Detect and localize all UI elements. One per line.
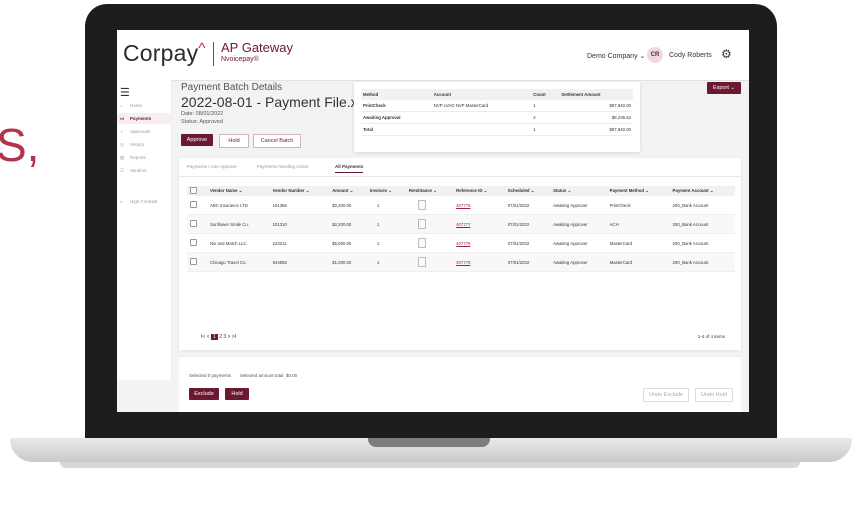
users-icon: ☷ <box>120 168 125 173</box>
summary-row: Total 1 $87,840.00 <box>361 123 633 136</box>
row-checkbox[interactable] <box>190 239 197 246</box>
page-heading: Payment Batch Details <box>181 82 283 93</box>
corpay-logo[interactable]: Corpay^ <box>123 40 206 67</box>
tab-bar: Payments I Can Approve Payments Needing … <box>179 158 741 177</box>
column-header[interactable]: Amount ⌄ <box>329 186 367 196</box>
document-icon[interactable] <box>417 199 426 210</box>
app-name: AP Gateway <box>221 40 294 55</box>
summary-header: Settlement Amount <box>559 89 633 100</box>
app-sub-name: Nvoicepay® <box>221 56 259 63</box>
menu-icon[interactable]: ☰ <box>120 86 130 99</box>
reference-link[interactable]: 407776 <box>456 203 470 208</box>
background-text: S, <box>0 119 40 171</box>
table-row[interactable]: Chicago Travel Co. 944555 $1,000.00 1 40777… <box>187 252 735 272</box>
export-button[interactable]: Export ⌄ <box>707 82 741 94</box>
exclude-button[interactable]: Exclude <box>189 388 219 400</box>
undo-exclude-button[interactable]: Undo Exclude <box>643 388 689 402</box>
tab-payments-needing-action[interactable]: Payments Needing Action <box>257 164 309 169</box>
batch-date: Date: 08/01/2022 <box>181 111 224 117</box>
column-header[interactable]: Invoices ⌄ <box>366 186 406 196</box>
chart-icon: ▥ <box>120 155 125 160</box>
laptop-notch <box>368 438 490 447</box>
hold-button[interactable]: Hold <box>219 134 249 148</box>
top-header: Corpay^ AP Gateway Nvoicepay® Demo Compa… <box>117 30 749 81</box>
sidebar-item-vendors[interactable]: ☷ Vendors <box>117 165 171 176</box>
document-icon[interactable] <box>417 237 426 248</box>
first-page-icon[interactable]: I< <box>201 334 205 340</box>
document-icon[interactable] <box>417 218 426 229</box>
table-row[interactable]: Sunflower Smile Co. 101310 $2,200.00 1 4077… <box>187 214 735 234</box>
batch-status: Status: Approved <box>181 119 223 125</box>
page-3[interactable]: 3 <box>223 334 226 340</box>
row-checkbox[interactable] <box>190 258 197 265</box>
user-name[interactable]: Cody Roberts <box>669 52 712 59</box>
table-header-row: Vendor Name ⌄ Vendor Number ⌄ Amount ⌄ I… <box>187 186 735 196</box>
tab-all-payments[interactable]: All Payments <box>335 164 364 173</box>
next-page-icon[interactable]: > <box>228 334 231 340</box>
table-row[interactable]: ABC Insurance LTD 101366 $2,200.00 1 407776… <box>187 196 735 215</box>
contrast-icon: ◐ <box>120 199 123 204</box>
column-header[interactable]: Reference ID ⌄ <box>453 186 505 196</box>
column-header[interactable]: Vendor Number ⌄ <box>269 186 330 196</box>
reference-link[interactable]: 407777 <box>456 222 470 227</box>
cancel-batch-button[interactable]: Cancel Batch <box>253 134 301 148</box>
table-row[interactable]: Nix and Match LLC. 223211 $5,000.00 1 40777… <box>187 233 735 253</box>
footer-hold-button[interactable]: Hold <box>225 388 249 400</box>
column-header[interactable]: Remittance ⌄ <box>405 186 454 196</box>
column-header[interactable]: Payment Method ⌄ <box>606 186 670 196</box>
undo-hold-button[interactable]: Undo Hold <box>695 388 733 402</box>
sidebar: ☰ ⌂ Home ▭ Payments ✓ Approvals ◷ History ▥ R… <box>117 80 172 380</box>
sidebar-item-home[interactable]: ⌂ Home <box>117 100 171 111</box>
column-header[interactable]: Vendor Name ⌄ <box>207 186 270 196</box>
settlement-summary: Method Account Count Settlement Amount P… <box>354 82 640 152</box>
home-icon: ⌂ <box>120 103 123 108</box>
gear-icon[interactable]: ⚙ <box>721 47 732 61</box>
document-icon[interactable] <box>417 256 426 267</box>
sidebar-item-approvals[interactable]: ✓ Approvals <box>117 126 171 137</box>
row-checkbox[interactable] <box>190 201 197 208</box>
payments-table: Vendor Name ⌄ Vendor Number ⌄ Amount ⌄ I… <box>187 186 735 272</box>
clock-icon: ◷ <box>120 142 124 147</box>
reference-link[interactable]: 407779 <box>456 260 470 265</box>
selection-summary: Selected 0 payments Selected amount tota… <box>189 373 298 378</box>
tab-payments-i-can-approve[interactable]: Payments I Can Approve <box>187 164 237 169</box>
page-2[interactable]: 2 <box>219 334 222 340</box>
sidebar-item-history[interactable]: ◷ History <box>117 139 171 150</box>
card-icon: ▭ <box>120 116 125 121</box>
action-footer: Selected 0 payments Selected amount tota… <box>179 356 741 412</box>
chevron-down-icon: ⌄ <box>639 53 646 60</box>
approve-button[interactable]: Approve <box>181 134 213 146</box>
summary-header: Account <box>431 89 532 100</box>
page-1[interactable]: 1 <box>211 334 218 340</box>
logo-divider <box>213 42 214 66</box>
select-all-checkbox[interactable] <box>190 187 197 194</box>
reference-link[interactable]: 407778 <box>456 241 470 246</box>
laptop-base-shadow <box>60 462 800 468</box>
check-icon: ✓ <box>120 129 124 134</box>
chevron-down-icon: ⌄ <box>730 85 736 91</box>
summary-row: PrintCheck NVP LVAO NVP MasterCard 1 $87,84… <box>361 100 633 112</box>
company-selector[interactable]: Demo Company ⌄ <box>587 52 645 60</box>
summary-header: Count <box>531 89 560 100</box>
app-screen: Corpay^ AP Gateway Nvoicepay® Demo Compa… <box>117 30 749 412</box>
column-header[interactable]: Status ⌄ <box>550 186 607 196</box>
sidebar-item-reports[interactable]: ▥ Reports <box>117 152 171 163</box>
pagination: I< < 1 2 3 > >I <box>201 334 236 340</box>
prev-page-icon[interactable]: < <box>207 334 210 340</box>
summary-header: Method <box>361 89 432 100</box>
column-header[interactable]: Scheduled ⌄ <box>504 186 551 196</box>
payments-card: Payments I Can Approve Payments Needing … <box>179 158 741 350</box>
avatar[interactable]: CR <box>647 47 663 63</box>
summary-row: Awaiting Approval 4 $8,235.62 <box>361 111 633 124</box>
row-checkbox[interactable] <box>190 220 197 227</box>
sidebar-item-payments[interactable]: ▭ Payments <box>117 113 171 124</box>
last-page-icon[interactable]: >I <box>232 334 236 340</box>
items-count: 1-4 of 4 items <box>697 334 725 339</box>
sidebar-item-high-contrast[interactable]: ◐ High Contrast <box>117 196 171 207</box>
page-title: 2022-08-01 - Payment File.xlsx <box>181 94 375 110</box>
column-header[interactable]: Payment Account ⌄ <box>669 186 735 196</box>
